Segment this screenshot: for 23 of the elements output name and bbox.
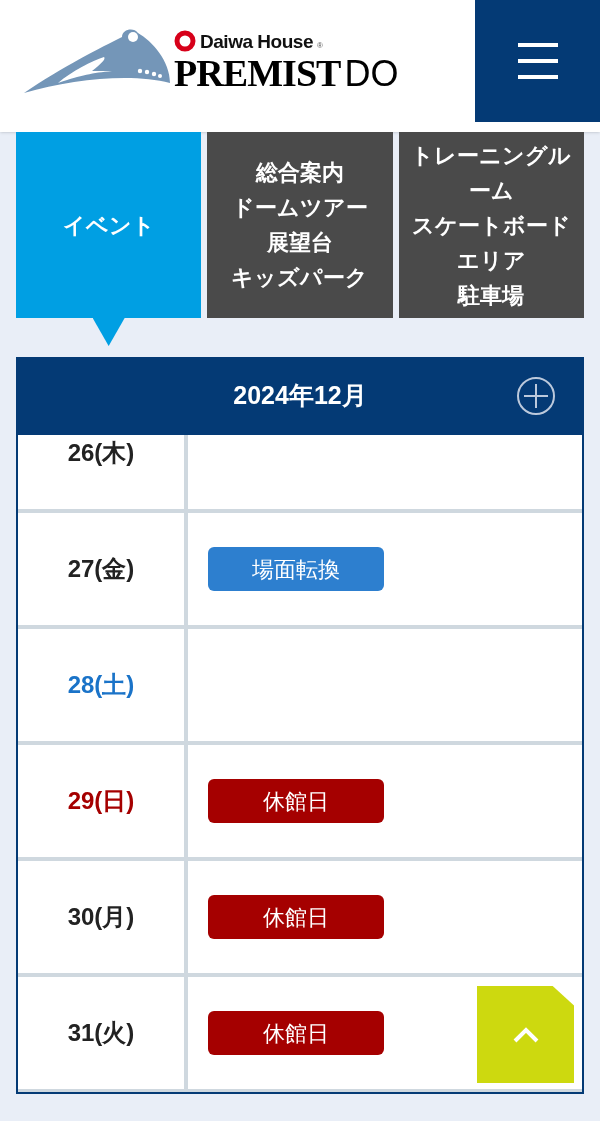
logo-title: PREMIST: [174, 54, 341, 92]
ring-logo-icon: [174, 30, 196, 52]
brand-name: Daiwa House: [200, 31, 314, 51]
date-label: 27(金): [67, 554, 135, 584]
event-tag[interactable]: 休館日: [208, 779, 384, 823]
dome-logo-icon: [22, 27, 172, 95]
date-label: 26(木): [67, 438, 135, 468]
date-label: 28(土): [67, 670, 135, 700]
month-title: 2024年12月: [233, 380, 367, 412]
date-label: 29(日): [67, 786, 135, 816]
event-tag[interactable]: 休館日: [208, 895, 384, 939]
menu-icon: [517, 43, 558, 79]
chevron-up-icon: [512, 1026, 539, 1043]
registered-mark: ®: [317, 40, 323, 52]
category-tab[interactable]: トレーニングルーム スケートボードエリア 駐車場: [398, 132, 584, 318]
category-tab[interactable]: 総合案内 ドームツアー 展望台 キッズパーク: [207, 132, 393, 318]
menu-button[interactable]: [475, 0, 600, 122]
add-circle-icon[interactable]: [516, 376, 556, 416]
date-label: 30(月): [67, 902, 135, 932]
event-tag[interactable]: 場面転換: [208, 547, 384, 591]
logo-subtitle: DO: [344, 56, 399, 92]
event-tag[interactable]: 休館日: [208, 1011, 384, 1055]
date-label: 31(火): [67, 1018, 135, 1048]
